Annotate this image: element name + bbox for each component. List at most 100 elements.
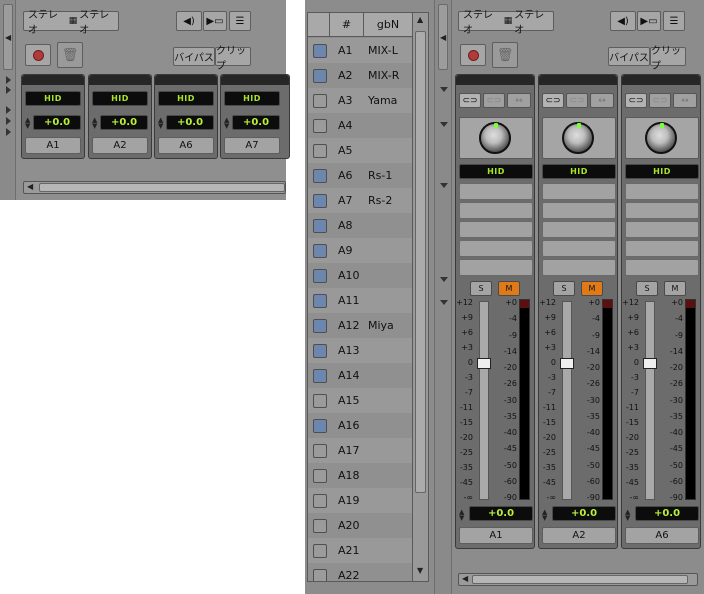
expand-arrow-icon[interactable] xyxy=(6,76,11,84)
insert-slot[interactable] xyxy=(542,221,616,238)
track-name-button[interactable]: A1 xyxy=(25,137,81,154)
link-button[interactable]: ⊂⊃ xyxy=(649,93,671,108)
track-checkbox[interactable] xyxy=(313,143,327,158)
volume-stepper-icon[interactable]: ▲ ▼ xyxy=(459,509,464,522)
link-button[interactable]: ⊂⊃ xyxy=(625,93,647,108)
pan-knob[interactable] xyxy=(645,122,677,154)
input-display[interactable]: HID xyxy=(158,91,214,106)
pan-button[interactable]: ↔ xyxy=(590,93,614,108)
track-row[interactable]: A22 xyxy=(308,563,413,581)
expand-arrow-icon[interactable] xyxy=(440,300,448,305)
track-row[interactable]: A1 MIX-L xyxy=(308,38,413,63)
expand-arrow-icon[interactable] xyxy=(6,86,11,94)
mute-button[interactable]: M xyxy=(664,281,686,296)
solo-button[interactable]: S xyxy=(470,281,492,296)
scrollbar-thumb[interactable] xyxy=(415,31,426,493)
track-checkbox[interactable] xyxy=(313,568,327,581)
track-checkbox[interactable] xyxy=(313,368,327,383)
input-display[interactable]: HID xyxy=(92,91,148,106)
track-row[interactable]: A14 xyxy=(308,363,413,388)
track-row[interactable]: A15 xyxy=(308,388,413,413)
scroll-down-arrow-icon[interactable]: ▼ xyxy=(417,566,423,575)
scroll-left-arrow-icon[interactable]: ◀ xyxy=(27,182,33,191)
volume-stepper-icon[interactable]: ▲ ▼ xyxy=(158,117,163,130)
channel-format-selector[interactable]: ステレオ ▦ ステレオ xyxy=(23,10,119,36)
track-checkbox[interactable] xyxy=(313,218,327,233)
bypass-button[interactable]: バイパス xyxy=(173,47,215,66)
track-checkbox[interactable] xyxy=(313,318,327,333)
clip-button[interactable]: クリップ xyxy=(650,46,686,72)
track-row[interactable]: A9 xyxy=(308,238,413,263)
scroll-up-arrow-icon[interactable]: ▲ xyxy=(417,15,423,24)
solo-button[interactable]: S xyxy=(553,281,575,296)
solo-button[interactable]: S xyxy=(636,281,658,296)
track-checkbox[interactable] xyxy=(313,493,327,508)
track-row[interactable]: A12 Miya xyxy=(308,313,413,338)
record-button[interactable] xyxy=(460,44,486,66)
track-row[interactable]: A10 xyxy=(308,263,413,288)
track-checkbox[interactable] xyxy=(313,393,327,408)
fader-track[interactable] xyxy=(562,301,572,500)
expand-arrow-icon[interactable] xyxy=(440,183,448,188)
track-checkbox[interactable] xyxy=(313,293,327,308)
input-display[interactable]: HID xyxy=(459,164,533,179)
layout-button[interactable]: ☰ xyxy=(663,11,685,31)
scrollbar-thumb[interactable] xyxy=(39,183,285,192)
expand-arrow-icon[interactable] xyxy=(6,106,11,114)
link-button[interactable]: ⊂⊃ xyxy=(483,93,505,108)
track-checkbox[interactable] xyxy=(313,168,327,183)
track-row[interactable]: A17 xyxy=(308,438,413,463)
track-row[interactable]: A20 xyxy=(308,513,413,538)
track-name-button[interactable]: A6 xyxy=(158,137,214,154)
bypass-button[interactable]: バイパス xyxy=(608,47,650,66)
track-row[interactable]: A6 Rs-1 xyxy=(308,163,413,188)
insert-slot[interactable] xyxy=(542,259,616,276)
track-row[interactable]: A7 Rs-2 xyxy=(308,188,413,213)
track-checkbox[interactable] xyxy=(313,543,327,558)
channel-format-selector[interactable]: ステレオ ▦ ステレオ xyxy=(458,10,554,36)
scrollbar-thumb[interactable] xyxy=(472,575,688,584)
volume-display[interactable]: +0.0 xyxy=(232,115,280,130)
delete-button[interactable]: 🗑 xyxy=(57,42,83,68)
input-display[interactable]: HID xyxy=(625,164,699,179)
track-list-scrollbar[interactable]: ▲ ▼ xyxy=(412,13,428,581)
track-name-button[interactable]: A1 xyxy=(459,527,533,544)
track-row[interactable]: A11 xyxy=(308,288,413,313)
track-checkbox[interactable] xyxy=(313,443,327,458)
fader-handle[interactable] xyxy=(477,358,491,369)
pan-knob[interactable] xyxy=(562,122,594,154)
mute-button[interactable]: M xyxy=(498,281,520,296)
volume-stepper-icon[interactable]: ▲ ▼ xyxy=(625,509,630,522)
collapse-tab[interactable]: ◀ xyxy=(3,4,13,70)
fader-track[interactable] xyxy=(479,301,489,500)
volume-display[interactable]: +0.0 xyxy=(100,115,148,130)
track-row[interactable]: A18 xyxy=(308,463,413,488)
record-button[interactable] xyxy=(25,44,51,66)
track-row[interactable]: A13 xyxy=(308,338,413,363)
volume-display[interactable]: +0.0 xyxy=(469,506,533,521)
pan-button[interactable]: ↔ xyxy=(673,93,697,108)
audio-swap-button[interactable]: ◀) xyxy=(610,11,636,31)
track-row[interactable]: A8 xyxy=(308,213,413,238)
insert-slot[interactable] xyxy=(459,259,533,276)
insert-slot[interactable] xyxy=(459,221,533,238)
track-checkbox[interactable] xyxy=(313,68,327,83)
clip-button[interactable]: クリップ xyxy=(215,46,251,72)
layout-button[interactable]: ☰ xyxy=(229,11,251,31)
track-name-button[interactable]: A2 xyxy=(542,527,616,544)
insert-slot[interactable] xyxy=(459,240,533,257)
volume-stepper-icon[interactable]: ▲ ▼ xyxy=(25,117,30,130)
horizontal-scrollbar[interactable]: ◀ xyxy=(458,573,698,586)
delete-button[interactable]: 🗑 xyxy=(492,42,518,68)
insert-slot[interactable] xyxy=(625,183,699,200)
track-checkbox[interactable] xyxy=(313,268,327,283)
track-checkbox[interactable] xyxy=(313,518,327,533)
track-checkbox[interactable] xyxy=(313,468,327,483)
track-checkbox[interactable] xyxy=(313,118,327,133)
audio-swap-button[interactable]: ◀) xyxy=(176,11,202,31)
link-button[interactable]: ⊂⊃ xyxy=(566,93,588,108)
expand-arrow-icon[interactable] xyxy=(440,87,448,92)
track-row[interactable]: A16 xyxy=(308,413,413,438)
volume-display[interactable]: +0.0 xyxy=(33,115,81,130)
insert-slot[interactable] xyxy=(459,202,533,219)
